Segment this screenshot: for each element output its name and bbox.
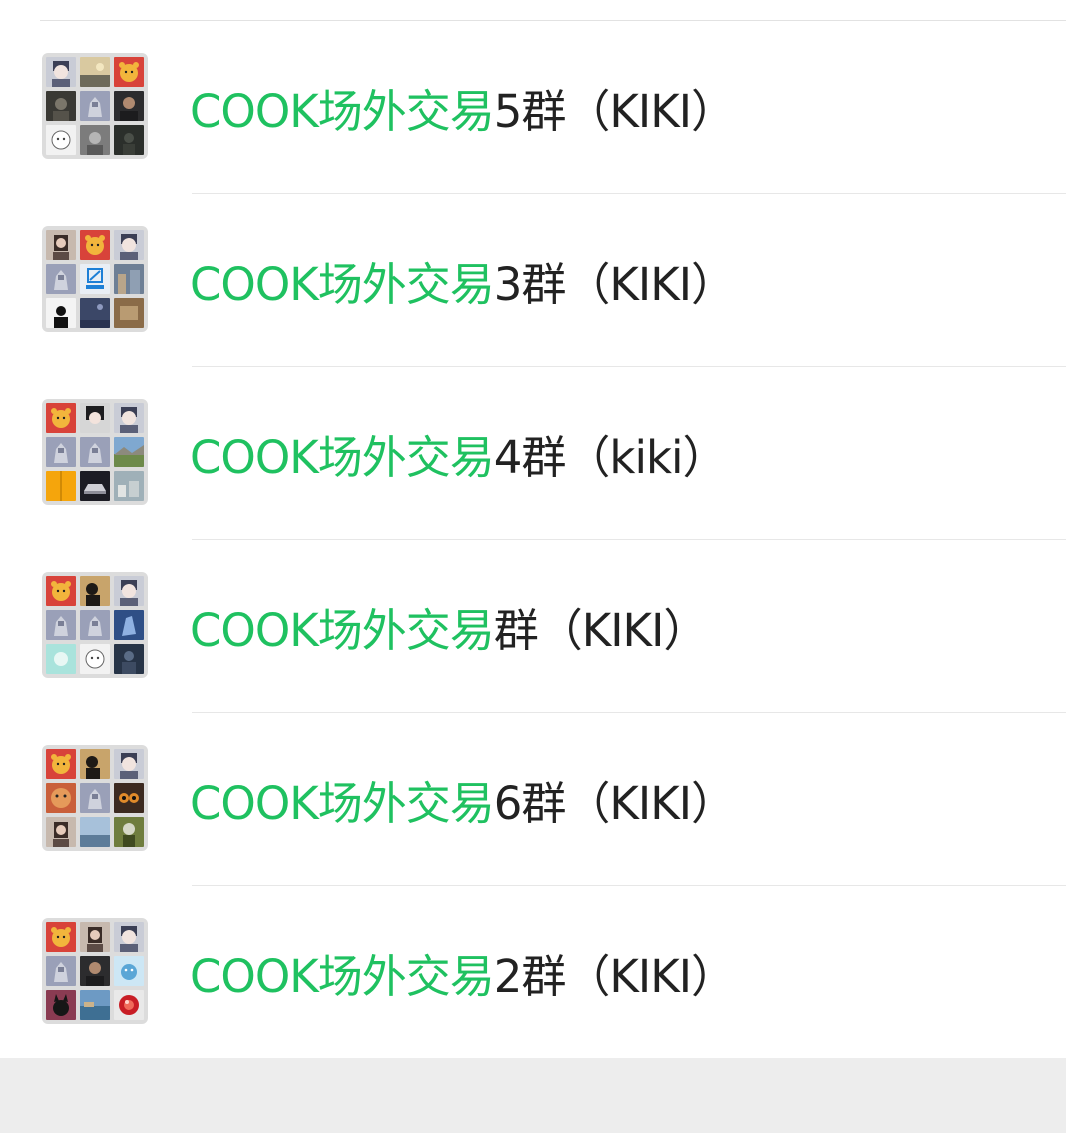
gray-portrait-tile — [80, 125, 110, 155]
cartoon-bear-tile — [80, 230, 110, 260]
brown-room-tile — [114, 298, 144, 328]
armor-figure-tile — [46, 264, 76, 294]
landscape-sky-tile — [114, 437, 144, 467]
armor-figure-tile — [80, 610, 110, 640]
cartoon-bear-tile — [46, 749, 76, 779]
woman-portrait-tile — [80, 922, 110, 952]
group-name-suffix: 6群（KIKI） — [493, 777, 736, 830]
group-results-list: COOK场外交易 5群（KIKI） COOK场外交易 3群（KIKI） COOK场外… — [0, 21, 1066, 1059]
group-avatar — [42, 399, 148, 505]
sunset-silhouette-tile — [80, 749, 110, 779]
blue-creature-tile — [114, 610, 144, 640]
group-name: COOK场外交易 4群（kiki） — [190, 367, 728, 540]
silhouette-tile — [46, 298, 76, 328]
armor-figure-tile — [46, 956, 76, 986]
group-name-suffix: 3群（KIKI） — [493, 258, 736, 311]
search-keyword-highlight: COOK场外交易 — [190, 604, 495, 657]
cartoon-bear-tile — [114, 57, 144, 87]
group-result-row[interactable]: COOK场外交易 5群（KIKI） — [0, 21, 1066, 194]
cute-blue-creature-tile — [114, 956, 144, 986]
group-name: COOK场外交易 5群（KIKI） — [190, 21, 736, 194]
anime-girl-sketch-tile — [46, 125, 76, 155]
black-cat-tile — [46, 990, 76, 1020]
woman-portrait-tile — [46, 817, 76, 847]
anime-boy-tile — [114, 922, 144, 952]
man-portrait-tile — [114, 91, 144, 121]
group-name-suffix: 2群（KIKI） — [493, 950, 736, 1003]
car-dark-tile — [80, 471, 110, 501]
anime-dark-hair-tile — [80, 403, 110, 433]
group-result-row[interactable]: COOK场外交易 2群（KIKI） — [0, 886, 1066, 1059]
group-name-suffix: 4群（kiki） — [493, 431, 728, 484]
group-avatar — [42, 745, 148, 851]
lake-sky-tile — [80, 817, 110, 847]
armor-figure-tile — [80, 783, 110, 813]
group-name-suffix: 群（KIKI） — [493, 604, 709, 657]
group-result-row[interactable]: COOK场外交易 3群（KIKI） — [0, 194, 1066, 367]
anime-boy-tile — [114, 403, 144, 433]
woman-portrait-tile — [46, 230, 76, 260]
anime-boy-tile — [46, 57, 76, 87]
group-name: COOK场外交易 群（KIKI） — [190, 540, 709, 713]
group-name-suffix: 5群（KIKI） — [493, 85, 736, 138]
blue-street-tile — [114, 264, 144, 294]
group-avatar — [42, 918, 148, 1024]
sunset-silhouette-tile — [80, 576, 110, 606]
group-avatar — [42, 53, 148, 159]
dark-portrait-tile — [46, 91, 76, 121]
group-name: COOK场外交易 6群（KIKI） — [190, 713, 736, 886]
anime-boy-tile — [114, 576, 144, 606]
blue-lake-tile — [80, 990, 110, 1020]
armor-figure-tile — [80, 91, 110, 121]
group-name: COOK场外交易 2群（KIKI） — [190, 886, 736, 1059]
anime-boy-tile — [114, 749, 144, 779]
group-avatar — [42, 572, 148, 678]
blue-night-tile — [80, 298, 110, 328]
yellow-block-tile — [46, 471, 76, 501]
man-portrait-tile — [80, 956, 110, 986]
group-result-row[interactable]: COOK场外交易 群（KIKI） — [0, 540, 1066, 713]
cartoon-bear-tile — [46, 922, 76, 952]
group-avatar — [42, 226, 148, 332]
landscape-sunset-tile — [80, 57, 110, 87]
anime-boy-tile — [114, 230, 144, 260]
search-keyword-highlight: COOK场外交易 — [190, 258, 495, 311]
dark-figure-tile — [114, 125, 144, 155]
search-keyword-highlight: COOK场外交易 — [190, 431, 495, 484]
red-orb-tile — [114, 990, 144, 1020]
group-name: COOK场外交易 3群（KIKI） — [190, 194, 736, 367]
search-keyword-highlight: COOK场外交易 — [190, 777, 495, 830]
green-figure-tile — [114, 817, 144, 847]
footer-area — [0, 1058, 1066, 1133]
anime-girl-sketch-tile — [80, 644, 110, 674]
dark-blue-figure-tile — [114, 644, 144, 674]
armor-figure-tile — [80, 437, 110, 467]
search-keyword-highlight: COOK场外交易 — [190, 85, 495, 138]
group-result-row[interactable]: COOK场外交易 6群（KIKI） — [0, 713, 1066, 886]
mint-abstract-tile — [46, 644, 76, 674]
logo-tile-tile — [80, 264, 110, 294]
armor-figure-tile — [46, 437, 76, 467]
tiger-face-tile — [46, 783, 76, 813]
group-result-row[interactable]: COOK场外交易 4群（kiki） — [0, 367, 1066, 540]
cartoon-bear-tile — [46, 403, 76, 433]
mountain-town-tile — [114, 471, 144, 501]
armor-figure-tile — [46, 610, 76, 640]
cartoon-bear-tile — [46, 576, 76, 606]
owl-face-tile — [114, 783, 144, 813]
search-keyword-highlight: COOK场外交易 — [190, 950, 495, 1003]
